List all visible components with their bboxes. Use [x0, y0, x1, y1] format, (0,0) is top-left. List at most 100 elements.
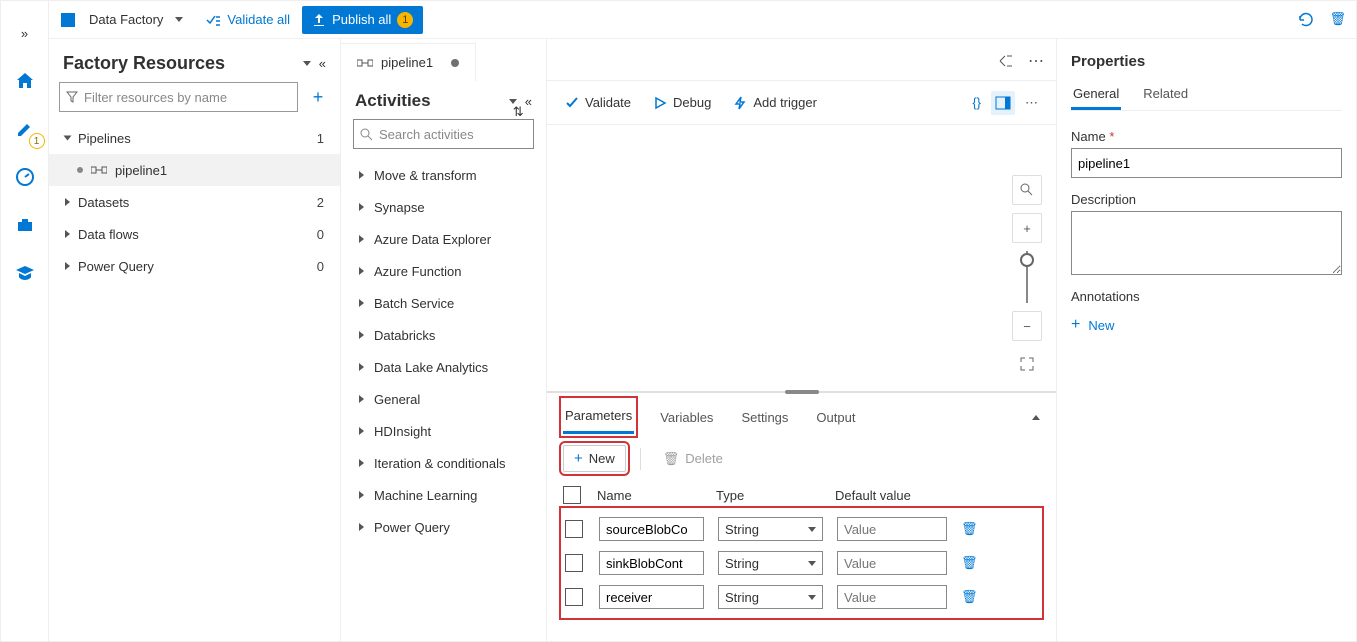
- chevron-right-icon: [359, 203, 364, 211]
- param-default-input[interactable]: [837, 585, 947, 609]
- code-view-button[interactable]: {}: [972, 95, 981, 110]
- brand-dropdown-icon[interactable]: [175, 17, 183, 22]
- param-default-input[interactable]: [837, 551, 947, 575]
- pipeline-tab[interactable]: pipeline1: [341, 43, 476, 81]
- tree-powerquery[interactable]: Power Query 0: [49, 250, 340, 282]
- param-type-select[interactable]: String: [718, 585, 823, 609]
- description-textarea[interactable]: [1071, 211, 1342, 275]
- nav-manage[interactable]: [7, 207, 43, 243]
- publish-all-button[interactable]: Publish all 1: [302, 6, 423, 34]
- row-checkbox[interactable]: [565, 554, 583, 572]
- activity-group[interactable]: HDInsight: [341, 415, 546, 447]
- activity-group[interactable]: Move & transform: [341, 159, 546, 191]
- activity-group[interactable]: General: [341, 383, 546, 415]
- nav-home[interactable]: [7, 63, 43, 99]
- validate-all-button[interactable]: Validate all: [205, 12, 290, 28]
- activity-group[interactable]: Azure Data Explorer: [341, 223, 546, 255]
- collapse-activities-button[interactable]: «: [525, 94, 532, 109]
- search-canvas-button[interactable]: [1012, 175, 1042, 205]
- expand-icon[interactable]: [998, 53, 1014, 69]
- param-type-select[interactable]: String: [718, 551, 823, 575]
- fit-screen-button[interactable]: [1012, 349, 1042, 379]
- pipeline-canvas[interactable]: + − Parameters Variables Setting: [547, 125, 1056, 641]
- add-trigger-button[interactable]: Add trigger: [733, 95, 817, 110]
- tab-output[interactable]: Output: [814, 402, 857, 433]
- tree-item-count: 1: [317, 131, 324, 146]
- chevron-right-icon: [359, 331, 364, 339]
- resize-grip[interactable]: [785, 390, 819, 394]
- zoom-slider[interactable]: [1026, 251, 1028, 303]
- filter-placeholder: Filter resources by name: [84, 90, 227, 105]
- tab-settings[interactable]: Settings: [739, 402, 790, 433]
- more-icon[interactable]: ⋯: [1028, 51, 1044, 71]
- delete-row-button[interactable]: [961, 555, 985, 571]
- tree-item-count: 0: [317, 227, 324, 242]
- nav-learn[interactable]: [7, 255, 43, 291]
- activity-group[interactable]: Databricks: [341, 319, 546, 351]
- search-activities-input[interactable]: Search activities: [353, 119, 534, 149]
- activity-group[interactable]: Machine Learning: [341, 479, 546, 511]
- tab-parameters[interactable]: Parameters: [563, 400, 634, 434]
- tree-pipeline1[interactable]: pipeline1: [49, 154, 340, 186]
- row-checkbox[interactable]: [565, 520, 583, 538]
- param-name-input[interactable]: [599, 551, 704, 575]
- graduation-cap-icon: [15, 263, 35, 283]
- activity-group[interactable]: Synapse: [341, 191, 546, 223]
- activity-group[interactable]: Batch Service: [341, 287, 546, 319]
- chevron-down-icon: [808, 527, 816, 532]
- search-icon: [360, 128, 373, 141]
- param-type-select[interactable]: String: [718, 517, 823, 541]
- search-icon: [1020, 183, 1034, 197]
- more-icon[interactable]: ⋯: [1025, 95, 1038, 111]
- row-checkbox[interactable]: [565, 588, 583, 606]
- zoom-slider-thumb[interactable]: [1020, 253, 1034, 267]
- nav-author[interactable]: 1: [7, 111, 43, 147]
- delete-row-button[interactable]: [961, 521, 985, 537]
- chevron-right-icon: [359, 459, 364, 467]
- new-annotation-button[interactable]: + New: [1071, 316, 1342, 334]
- tree-pipelines[interactable]: Pipelines 1: [49, 122, 340, 154]
- delete-icon[interactable]: [1329, 11, 1346, 29]
- validate-button[interactable]: Validate: [565, 95, 631, 110]
- resources-chevron-icon[interactable]: [303, 61, 311, 66]
- chevron-down-icon: [808, 595, 816, 600]
- add-resource-button[interactable]: +: [306, 85, 330, 109]
- check-icon: [565, 96, 579, 110]
- properties-panel: Properties General Related Name * Descri…: [1056, 39, 1356, 641]
- refresh-icon[interactable]: [1297, 11, 1315, 29]
- activities-chevron-icon[interactable]: ⇅: [509, 99, 517, 104]
- validate-all-label: Validate all: [227, 12, 290, 27]
- new-parameter-button[interactable]: + New: [563, 445, 626, 472]
- tree-dataflows[interactable]: Data flows 0: [49, 218, 340, 250]
- chevron-right-icon: [359, 523, 364, 531]
- param-default-input[interactable]: [837, 517, 947, 541]
- param-name-input[interactable]: [599, 517, 704, 541]
- nav-monitor[interactable]: [7, 159, 43, 195]
- collapse-bottom-icon[interactable]: [1032, 415, 1040, 420]
- activity-group-label: Databricks: [374, 328, 435, 343]
- activity-group[interactable]: Power Query: [341, 511, 546, 543]
- parameter-row: String: [565, 580, 1038, 614]
- activity-group[interactable]: Data Lake Analytics: [341, 351, 546, 383]
- expand-nav-button[interactable]: »: [7, 15, 43, 51]
- prop-tab-related[interactable]: Related: [1141, 80, 1190, 110]
- author-badge: 1: [29, 133, 45, 149]
- publish-badge: 1: [397, 12, 413, 28]
- delete-parameter-button[interactable]: Delete: [655, 447, 731, 471]
- param-name-input[interactable]: [599, 585, 704, 609]
- prop-tab-general[interactable]: General: [1071, 80, 1121, 110]
- tree-datasets[interactable]: Datasets 2: [49, 186, 340, 218]
- delete-row-button[interactable]: [961, 589, 985, 605]
- tab-variables[interactable]: Variables: [658, 402, 715, 433]
- pipeline-name-input[interactable]: [1071, 148, 1342, 178]
- zoom-in-button[interactable]: +: [1012, 213, 1042, 243]
- collapse-resources-button[interactable]: «: [319, 56, 326, 71]
- debug-button[interactable]: Debug: [653, 95, 711, 110]
- select-all-checkbox[interactable]: [563, 486, 581, 504]
- activity-group-label: Iteration & conditionals: [374, 456, 506, 471]
- activity-group[interactable]: Iteration & conditionals: [341, 447, 546, 479]
- filter-resources-input[interactable]: Filter resources by name: [59, 82, 298, 112]
- zoom-out-button[interactable]: −: [1012, 311, 1042, 341]
- properties-pane-button[interactable]: [991, 91, 1015, 115]
- activity-group[interactable]: Azure Function: [341, 255, 546, 287]
